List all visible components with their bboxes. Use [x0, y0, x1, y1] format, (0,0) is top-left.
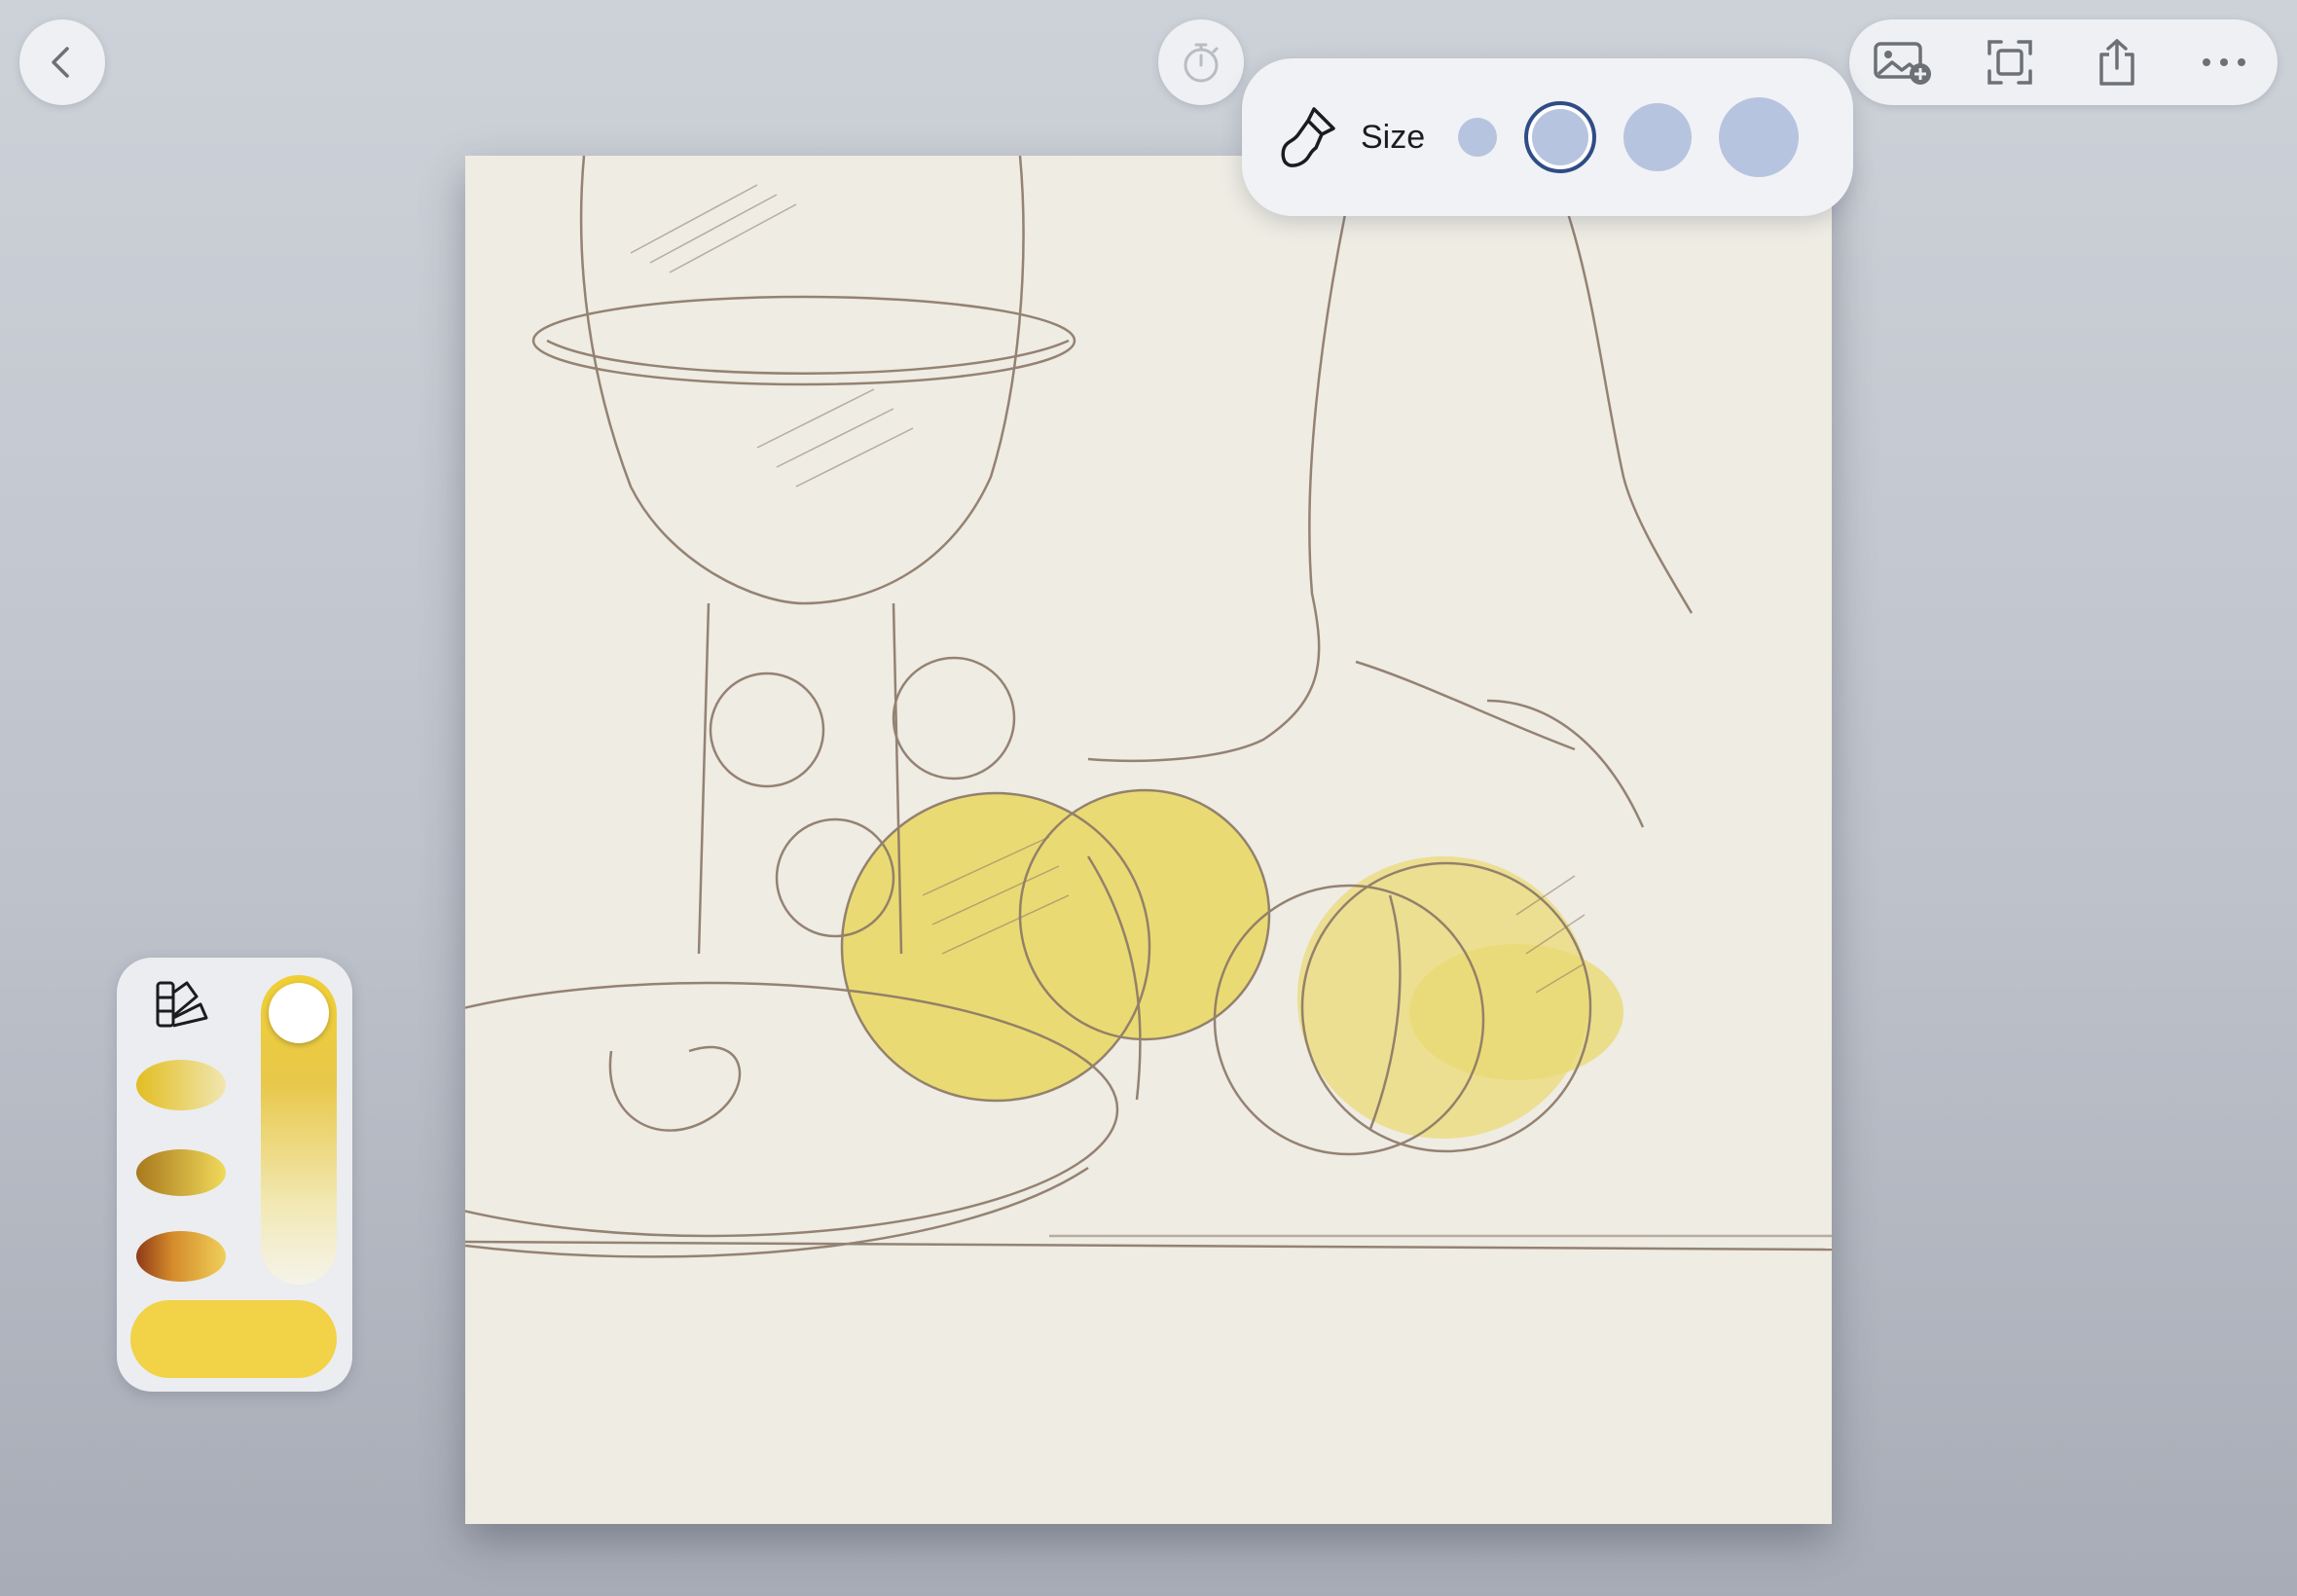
brush-size-2[interactable]	[1524, 101, 1597, 173]
timer-button[interactable]	[1158, 19, 1244, 105]
sketch-artwork	[298, 155, 1833, 1258]
action-toolbar	[1849, 19, 2278, 105]
color-swatches-icon	[156, 981, 208, 1028]
share-icon	[2099, 39, 2134, 86]
swatch-blob-2	[136, 1149, 226, 1196]
brush-size-1[interactable]	[1458, 118, 1498, 157]
sketch-lines	[298, 155, 1833, 1258]
size-label: Size	[1361, 118, 1426, 156]
paintbrush-button[interactable]	[1277, 105, 1339, 169]
fullscreen-icon	[1987, 40, 2032, 85]
color-palette-panel	[117, 958, 352, 1392]
brush-size-3[interactable]	[1623, 103, 1693, 171]
more-button[interactable]	[2185, 23, 2263, 101]
drawing-canvas[interactable]	[298, 155, 1833, 1524]
more-icon	[2203, 58, 2245, 66]
fullscreen-button[interactable]	[1971, 23, 2049, 101]
swatch-blob-1	[136, 1060, 226, 1110]
opacity-slider[interactable]	[261, 975, 337, 1285]
swatch-book-button[interactable]	[152, 975, 210, 1034]
recent-swatch-3[interactable]	[132, 1226, 230, 1287]
add-image-icon	[1874, 42, 1931, 85]
share-button[interactable]	[2078, 23, 2156, 101]
brush-size-popover: Size	[1242, 58, 1853, 216]
recent-swatch-2[interactable]	[132, 1143, 230, 1203]
opacity-slider-knob[interactable]	[269, 983, 329, 1043]
brush-size-4[interactable]	[1719, 97, 1800, 177]
swatch-blob-3	[136, 1231, 226, 1282]
current-color-well[interactable]	[130, 1300, 337, 1378]
paintbrush-icon	[1281, 107, 1335, 167]
recent-swatch-1[interactable]	[132, 1055, 230, 1115]
chevron-left-icon	[52, 47, 69, 78]
stopwatch-icon	[1184, 43, 1219, 83]
back-button[interactable]	[19, 19, 105, 105]
add-image-button[interactable]	[1864, 23, 1942, 101]
